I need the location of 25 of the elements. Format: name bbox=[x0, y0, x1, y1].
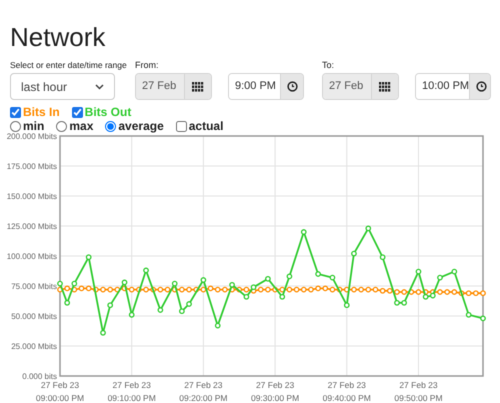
page-title: Network bbox=[9, 21, 106, 50]
x-axis-label: 27 Feb 23 09:50:00 PM bbox=[394, 380, 443, 403]
range-label: Select or enter date/time range bbox=[10, 60, 128, 70]
x-axis-label: 27 Feb 23 09:40:00 PM bbox=[322, 380, 371, 403]
from-label: From: bbox=[135, 60, 160, 70]
x-axis-label: 27 Feb 23 09:20:00 PM bbox=[179, 380, 228, 403]
mode-label: max bbox=[69, 119, 94, 133]
y-axis-label: 25.000 Mbits bbox=[11, 342, 57, 351]
x-axis-label: 27 Feb 23 09:00:00 PM bbox=[36, 380, 84, 403]
y-axis-label: 200.000 Mbits bbox=[6, 133, 57, 141]
series-label: Bits Out bbox=[84, 105, 132, 119]
y-axis-label: 50.000 Mbits bbox=[11, 312, 57, 321]
series-label: Bits In bbox=[23, 105, 60, 119]
y-axis-label: 125.000 Mbits bbox=[6, 222, 57, 231]
x-axis-label: 27 Feb 23 09:30:00 PM bbox=[250, 380, 300, 403]
y-axis-label: 75.000 Mbits bbox=[11, 282, 57, 291]
to-label: To: bbox=[322, 60, 336, 70]
y-axis-label: 150.000 Mbits bbox=[6, 192, 57, 201]
mode-label: average bbox=[118, 119, 164, 133]
mode-label: min bbox=[23, 119, 44, 133]
mode-label: actual bbox=[188, 119, 224, 133]
x-axis-label: 27 Feb 23 09:10:00 PM bbox=[108, 380, 156, 403]
y-axis-label: 0.000 bits bbox=[22, 372, 57, 381]
y-axis-label: 175.000 Mbits bbox=[6, 162, 57, 171]
y-axis-label: 100.000 Mbits bbox=[6, 252, 57, 261]
